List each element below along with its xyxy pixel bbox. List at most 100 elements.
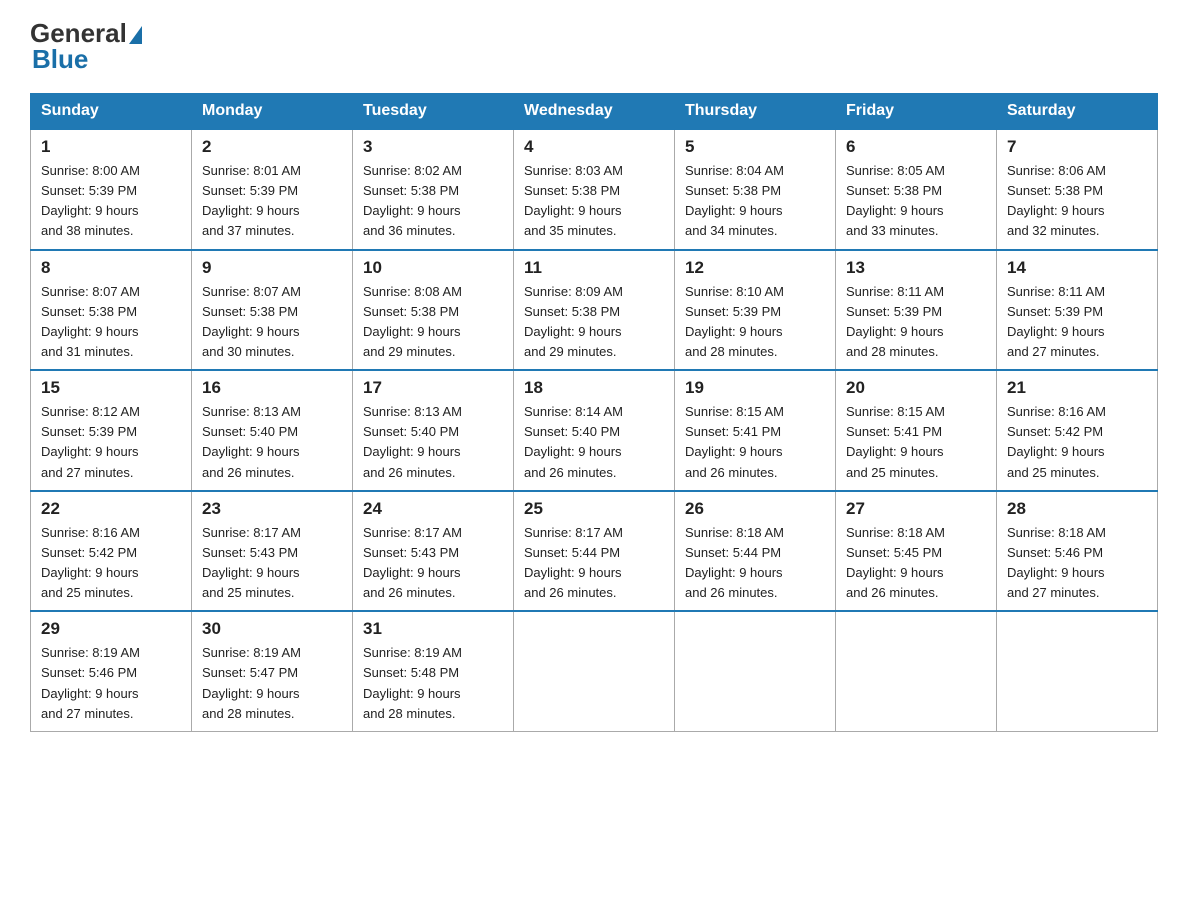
calendar-cell: 20 Sunrise: 8:15 AMSunset: 5:41 PMDaylig…: [836, 370, 997, 491]
logo-blue-text: Blue: [32, 44, 88, 74]
day-info: Sunrise: 8:06 AMSunset: 5:38 PMDaylight:…: [1007, 161, 1147, 242]
day-number: 28: [1007, 499, 1147, 519]
day-info: Sunrise: 8:15 AMSunset: 5:41 PMDaylight:…: [685, 402, 825, 483]
week-row-5: 29 Sunrise: 8:19 AMSunset: 5:46 PMDaylig…: [31, 611, 1158, 731]
day-number: 26: [685, 499, 825, 519]
day-info: Sunrise: 8:02 AMSunset: 5:38 PMDaylight:…: [363, 161, 503, 242]
calendar-cell: 21 Sunrise: 8:16 AMSunset: 5:42 PMDaylig…: [997, 370, 1158, 491]
week-row-3: 15 Sunrise: 8:12 AMSunset: 5:39 PMDaylig…: [31, 370, 1158, 491]
calendar-cell: 8 Sunrise: 8:07 AMSunset: 5:38 PMDayligh…: [31, 250, 192, 371]
day-info: Sunrise: 8:01 AMSunset: 5:39 PMDaylight:…: [202, 161, 342, 242]
calendar-cell: 17 Sunrise: 8:13 AMSunset: 5:40 PMDaylig…: [353, 370, 514, 491]
day-number: 4: [524, 137, 664, 157]
day-number: 9: [202, 258, 342, 278]
calendar-cell: 9 Sunrise: 8:07 AMSunset: 5:38 PMDayligh…: [192, 250, 353, 371]
day-number: 2: [202, 137, 342, 157]
day-info: Sunrise: 8:16 AMSunset: 5:42 PMDaylight:…: [1007, 402, 1147, 483]
calendar-cell: 25 Sunrise: 8:17 AMSunset: 5:44 PMDaylig…: [514, 491, 675, 612]
header-row: SundayMondayTuesdayWednesdayThursdayFrid…: [31, 94, 1158, 130]
day-number: 13: [846, 258, 986, 278]
col-header-wednesday: Wednesday: [514, 94, 675, 130]
day-number: 6: [846, 137, 986, 157]
calendar-cell: [675, 611, 836, 731]
calendar-cell: 28 Sunrise: 8:18 AMSunset: 5:46 PMDaylig…: [997, 491, 1158, 612]
calendar-cell: 16 Sunrise: 8:13 AMSunset: 5:40 PMDaylig…: [192, 370, 353, 491]
calendar-cell: 29 Sunrise: 8:19 AMSunset: 5:46 PMDaylig…: [31, 611, 192, 731]
calendar-cell: 14 Sunrise: 8:11 AMSunset: 5:39 PMDaylig…: [997, 250, 1158, 371]
calendar-table: SundayMondayTuesdayWednesdayThursdayFrid…: [30, 93, 1158, 732]
day-number: 25: [524, 499, 664, 519]
col-header-sunday: Sunday: [31, 94, 192, 130]
day-info: Sunrise: 8:19 AMSunset: 5:48 PMDaylight:…: [363, 643, 503, 724]
day-info: Sunrise: 8:16 AMSunset: 5:42 PMDaylight:…: [41, 523, 181, 604]
day-number: 11: [524, 258, 664, 278]
calendar-cell: 1 Sunrise: 8:00 AMSunset: 5:39 PMDayligh…: [31, 129, 192, 250]
day-number: 30: [202, 619, 342, 639]
day-info: Sunrise: 8:08 AMSunset: 5:38 PMDaylight:…: [363, 282, 503, 363]
col-header-monday: Monday: [192, 94, 353, 130]
calendar-cell: 3 Sunrise: 8:02 AMSunset: 5:38 PMDayligh…: [353, 129, 514, 250]
day-number: 27: [846, 499, 986, 519]
day-info: Sunrise: 8:00 AMSunset: 5:39 PMDaylight:…: [41, 161, 181, 242]
calendar-cell: [514, 611, 675, 731]
logo-triangle-icon: [129, 26, 142, 44]
calendar-cell: [836, 611, 997, 731]
calendar-cell: 11 Sunrise: 8:09 AMSunset: 5:38 PMDaylig…: [514, 250, 675, 371]
col-header-tuesday: Tuesday: [353, 94, 514, 130]
day-info: Sunrise: 8:09 AMSunset: 5:38 PMDaylight:…: [524, 282, 664, 363]
day-info: Sunrise: 8:07 AMSunset: 5:38 PMDaylight:…: [202, 282, 342, 363]
calendar-cell: 27 Sunrise: 8:18 AMSunset: 5:45 PMDaylig…: [836, 491, 997, 612]
day-number: 17: [363, 378, 503, 398]
day-number: 10: [363, 258, 503, 278]
day-info: Sunrise: 8:10 AMSunset: 5:39 PMDaylight:…: [685, 282, 825, 363]
day-info: Sunrise: 8:13 AMSunset: 5:40 PMDaylight:…: [202, 402, 342, 483]
day-number: 18: [524, 378, 664, 398]
day-info: Sunrise: 8:14 AMSunset: 5:40 PMDaylight:…: [524, 402, 664, 483]
day-info: Sunrise: 8:18 AMSunset: 5:44 PMDaylight:…: [685, 523, 825, 604]
day-number: 23: [202, 499, 342, 519]
day-info: Sunrise: 8:19 AMSunset: 5:46 PMDaylight:…: [41, 643, 181, 724]
day-info: Sunrise: 8:11 AMSunset: 5:39 PMDaylight:…: [1007, 282, 1147, 363]
calendar-cell: [997, 611, 1158, 731]
day-info: Sunrise: 8:05 AMSunset: 5:38 PMDaylight:…: [846, 161, 986, 242]
day-info: Sunrise: 8:15 AMSunset: 5:41 PMDaylight:…: [846, 402, 986, 483]
day-number: 1: [41, 137, 181, 157]
calendar-cell: 5 Sunrise: 8:04 AMSunset: 5:38 PMDayligh…: [675, 129, 836, 250]
day-number: 14: [1007, 258, 1147, 278]
logo-general-text: General: [30, 20, 127, 46]
calendar-cell: 18 Sunrise: 8:14 AMSunset: 5:40 PMDaylig…: [514, 370, 675, 491]
day-number: 5: [685, 137, 825, 157]
day-number: 19: [685, 378, 825, 398]
day-number: 16: [202, 378, 342, 398]
logo: General Blue: [30, 20, 142, 75]
day-info: Sunrise: 8:17 AMSunset: 5:44 PMDaylight:…: [524, 523, 664, 604]
week-row-2: 8 Sunrise: 8:07 AMSunset: 5:38 PMDayligh…: [31, 250, 1158, 371]
day-info: Sunrise: 8:11 AMSunset: 5:39 PMDaylight:…: [846, 282, 986, 363]
day-number: 24: [363, 499, 503, 519]
day-number: 3: [363, 137, 503, 157]
calendar-cell: 4 Sunrise: 8:03 AMSunset: 5:38 PMDayligh…: [514, 129, 675, 250]
calendar-cell: 6 Sunrise: 8:05 AMSunset: 5:38 PMDayligh…: [836, 129, 997, 250]
day-number: 31: [363, 619, 503, 639]
calendar-cell: 19 Sunrise: 8:15 AMSunset: 5:41 PMDaylig…: [675, 370, 836, 491]
day-info: Sunrise: 8:18 AMSunset: 5:46 PMDaylight:…: [1007, 523, 1147, 604]
calendar-cell: 2 Sunrise: 8:01 AMSunset: 5:39 PMDayligh…: [192, 129, 353, 250]
week-row-4: 22 Sunrise: 8:16 AMSunset: 5:42 PMDaylig…: [31, 491, 1158, 612]
day-info: Sunrise: 8:17 AMSunset: 5:43 PMDaylight:…: [363, 523, 503, 604]
day-info: Sunrise: 8:18 AMSunset: 5:45 PMDaylight:…: [846, 523, 986, 604]
day-info: Sunrise: 8:07 AMSunset: 5:38 PMDaylight:…: [41, 282, 181, 363]
day-number: 21: [1007, 378, 1147, 398]
day-info: Sunrise: 8:13 AMSunset: 5:40 PMDaylight:…: [363, 402, 503, 483]
day-info: Sunrise: 8:19 AMSunset: 5:47 PMDaylight:…: [202, 643, 342, 724]
calendar-cell: 13 Sunrise: 8:11 AMSunset: 5:39 PMDaylig…: [836, 250, 997, 371]
day-number: 8: [41, 258, 181, 278]
calendar-cell: 23 Sunrise: 8:17 AMSunset: 5:43 PMDaylig…: [192, 491, 353, 612]
calendar-cell: 10 Sunrise: 8:08 AMSunset: 5:38 PMDaylig…: [353, 250, 514, 371]
day-number: 7: [1007, 137, 1147, 157]
col-header-saturday: Saturday: [997, 94, 1158, 130]
day-info: Sunrise: 8:17 AMSunset: 5:43 PMDaylight:…: [202, 523, 342, 604]
day-number: 20: [846, 378, 986, 398]
day-number: 12: [685, 258, 825, 278]
calendar-cell: 31 Sunrise: 8:19 AMSunset: 5:48 PMDaylig…: [353, 611, 514, 731]
calendar-cell: 26 Sunrise: 8:18 AMSunset: 5:44 PMDaylig…: [675, 491, 836, 612]
